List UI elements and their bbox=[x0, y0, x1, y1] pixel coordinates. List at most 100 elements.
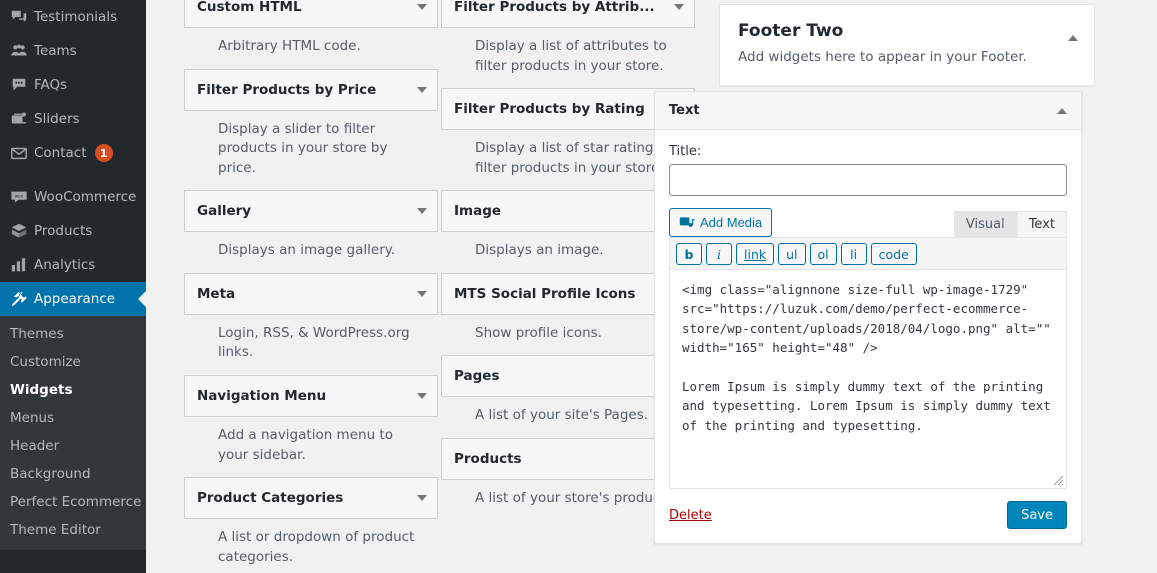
widget-column-left: Custom HTML Arbitrary HTML code. Filter Pr… bbox=[184, 0, 438, 573]
widget-description: Display a list of attributes to filter p… bbox=[475, 38, 667, 74]
sidebar-bottom-spacer bbox=[0, 550, 146, 558]
available-widget[interactable]: Gallery Displays an image gallery. bbox=[184, 190, 438, 271]
text-widget-title: Text bbox=[669, 103, 700, 118]
widget-name: Filter Products by Attrib... bbox=[454, 0, 655, 15]
save-button[interactable]: Save bbox=[1007, 501, 1067, 529]
available-widget[interactable]: Navigation Menu Add a navigation menu to … bbox=[184, 374, 438, 475]
sidebar-item-label: Products bbox=[34, 223, 93, 239]
widget-header[interactable]: Gallery bbox=[184, 190, 438, 233]
quicktag-b-button[interactable]: b bbox=[676, 243, 702, 265]
sidebar-panel-title: Footer Two bbox=[738, 21, 844, 41]
submenu-item-customize[interactable]: Customize bbox=[0, 348, 146, 376]
notification-badge: 1 bbox=[94, 144, 113, 162]
quicktag-ol-button[interactable]: ol bbox=[809, 243, 837, 265]
widget-header[interactable]: Meta bbox=[184, 272, 438, 315]
add-media-button[interactable]: Add Media bbox=[669, 208, 773, 237]
widget-name: Navigation Menu bbox=[197, 387, 327, 404]
products-icon bbox=[4, 221, 34, 241]
chevron-down-icon[interactable] bbox=[417, 495, 427, 502]
sidebar-item-sliders[interactable]: Sliders bbox=[0, 102, 146, 136]
widget-header[interactable]: Filter Products by Attrib... bbox=[441, 0, 695, 28]
chevron-down-icon[interactable] bbox=[417, 4, 427, 10]
sidebar-item-products[interactable]: Products bbox=[0, 214, 146, 248]
submenu-item-header[interactable]: Header bbox=[0, 432, 146, 460]
chevron-down-icon[interactable] bbox=[417, 208, 427, 215]
editor-mode-tabs: Visual Text bbox=[953, 211, 1067, 237]
analytics-icon bbox=[4, 255, 34, 275]
sidebar-panel-footer-two[interactable]: Footer Two Add widgets here to appear in… bbox=[719, 4, 1095, 86]
text-widget-content-textarea[interactable]: <img class="alignnone size-full wp-image… bbox=[669, 269, 1067, 489]
delete-widget-link[interactable]: Delete bbox=[669, 508, 712, 523]
available-widget[interactable]: Filter Products by Price Display a slider… bbox=[184, 68, 438, 189]
chevron-down-icon[interactable] bbox=[417, 86, 427, 93]
title-input[interactable] bbox=[669, 164, 1067, 196]
available-widget[interactable]: Meta Login, RSS, & WordPress.org links. bbox=[184, 272, 438, 373]
editor-tab-text[interactable]: Text bbox=[1016, 211, 1067, 237]
teams-icon bbox=[4, 41, 34, 61]
submenu-item-background[interactable]: Background bbox=[0, 460, 146, 488]
chevron-up-icon[interactable] bbox=[1057, 107, 1067, 114]
quicktag-ul-button[interactable]: ul bbox=[778, 243, 806, 265]
chevron-down-icon[interactable] bbox=[674, 4, 684, 10]
sidebar-item-label: Appearance bbox=[34, 291, 116, 307]
sidebar-panel-description: Add widgets here to appear in your Foote… bbox=[738, 49, 1027, 65]
media-icon bbox=[679, 215, 695, 231]
quicktag-code-button[interactable]: code bbox=[870, 243, 917, 265]
widget-name: MTS Social Profile Icons bbox=[454, 285, 636, 302]
widget-header[interactable]: Navigation Menu bbox=[184, 374, 438, 417]
widget-description: Displays an image gallery. bbox=[218, 242, 396, 259]
widget-name: Image bbox=[454, 203, 502, 220]
add-media-label: Add Media bbox=[700, 215, 763, 230]
submenu-item-themes[interactable]: Themes bbox=[0, 320, 146, 348]
sidebar-item-label: Sliders bbox=[34, 111, 80, 127]
sidebar-item-appearance[interactable]: Appearance bbox=[0, 282, 146, 316]
faqs-icon bbox=[4, 75, 34, 95]
text-widget-panel[interactable]: Text Title: Add Media Visual Text b i li… bbox=[654, 91, 1082, 544]
submenu-item-widgets[interactable]: Widgets bbox=[0, 376, 146, 404]
sidebar-item-label: Analytics bbox=[34, 257, 96, 273]
available-widget[interactable]: Filter Products by Attrib... Display a li… bbox=[441, 0, 695, 86]
sidebar-item-testimonials[interactable]: Testimonials bbox=[0, 0, 146, 34]
chevron-down-icon[interactable] bbox=[417, 392, 427, 399]
widget-name: Products bbox=[454, 450, 522, 467]
quicktag-li-button[interactable]: li bbox=[840, 243, 867, 265]
sidebar-item-label: FAQs bbox=[34, 77, 68, 93]
quicktags-toolbar: b i link ul ol li code bbox=[669, 237, 1067, 269]
quicktag-link-button[interactable]: link bbox=[736, 243, 775, 265]
chevron-down-icon[interactable] bbox=[417, 290, 427, 297]
widget-name: Product Categories bbox=[197, 490, 344, 507]
sidebar-item-label: Teams bbox=[34, 43, 77, 59]
sidebar-item-contact[interactable]: Contact 1 bbox=[0, 136, 146, 170]
sidebar-item-faqs[interactable]: FAQs bbox=[0, 68, 146, 102]
widget-name: Filter Products by Price bbox=[197, 81, 377, 98]
available-widget[interactable]: Custom HTML Arbitrary HTML code. bbox=[184, 0, 438, 67]
widget-description: Add a navigation menu to your sidebar. bbox=[218, 426, 393, 463]
admin-sidebar: Testimonials Teams FAQs Sliders Contact 1 woo W… bbox=[0, 0, 146, 573]
quicktag-i-button[interactable]: i bbox=[706, 243, 732, 265]
appearance-submenu: Themes Customize Widgets Menus Header Backgro… bbox=[0, 316, 146, 550]
submenu-item-perfect-ecommerce[interactable]: Perfect Ecommerce bbox=[0, 488, 146, 516]
widget-description: Login, RSS, & WordPress.org links. bbox=[218, 324, 410, 361]
sidebar-item-teams[interactable]: Teams bbox=[0, 34, 146, 68]
title-field-label: Title: bbox=[669, 144, 702, 159]
sidebar-item-label: WooCommerce bbox=[34, 189, 137, 205]
widget-header[interactable]: Filter Products by Price bbox=[184, 68, 438, 111]
submenu-item-theme-editor[interactable]: Theme Editor bbox=[0, 516, 146, 544]
woocommerce-icon: woo bbox=[4, 187, 34, 207]
widget-description: Arbitrary HTML code. bbox=[218, 38, 361, 54]
svg-text:woo: woo bbox=[15, 193, 24, 198]
editor-tab-visual[interactable]: Visual bbox=[953, 211, 1017, 237]
widget-description: Display a slider to filter products in y… bbox=[218, 120, 388, 176]
widget-header[interactable]: Custom HTML bbox=[184, 0, 438, 28]
widget-name: Filter Products by Rating bbox=[454, 101, 645, 118]
sliders-icon bbox=[4, 109, 34, 129]
chevron-up-icon[interactable] bbox=[1068, 35, 1078, 41]
sidebar-item-woocommerce[interactable]: woo WooCommerce bbox=[0, 180, 146, 214]
widget-name: Gallery bbox=[197, 203, 252, 220]
widget-header[interactable]: Product Categories bbox=[184, 477, 438, 520]
submenu-item-menus[interactable]: Menus bbox=[0, 404, 146, 432]
sidebar-item-analytics[interactable]: Analytics bbox=[0, 248, 146, 282]
available-widget[interactable]: Product Categories A list or dropdown of … bbox=[184, 477, 438, 573]
text-widget-header[interactable]: Text bbox=[655, 92, 1081, 130]
widget-description: A list or dropdown of product categories… bbox=[218, 529, 415, 565]
